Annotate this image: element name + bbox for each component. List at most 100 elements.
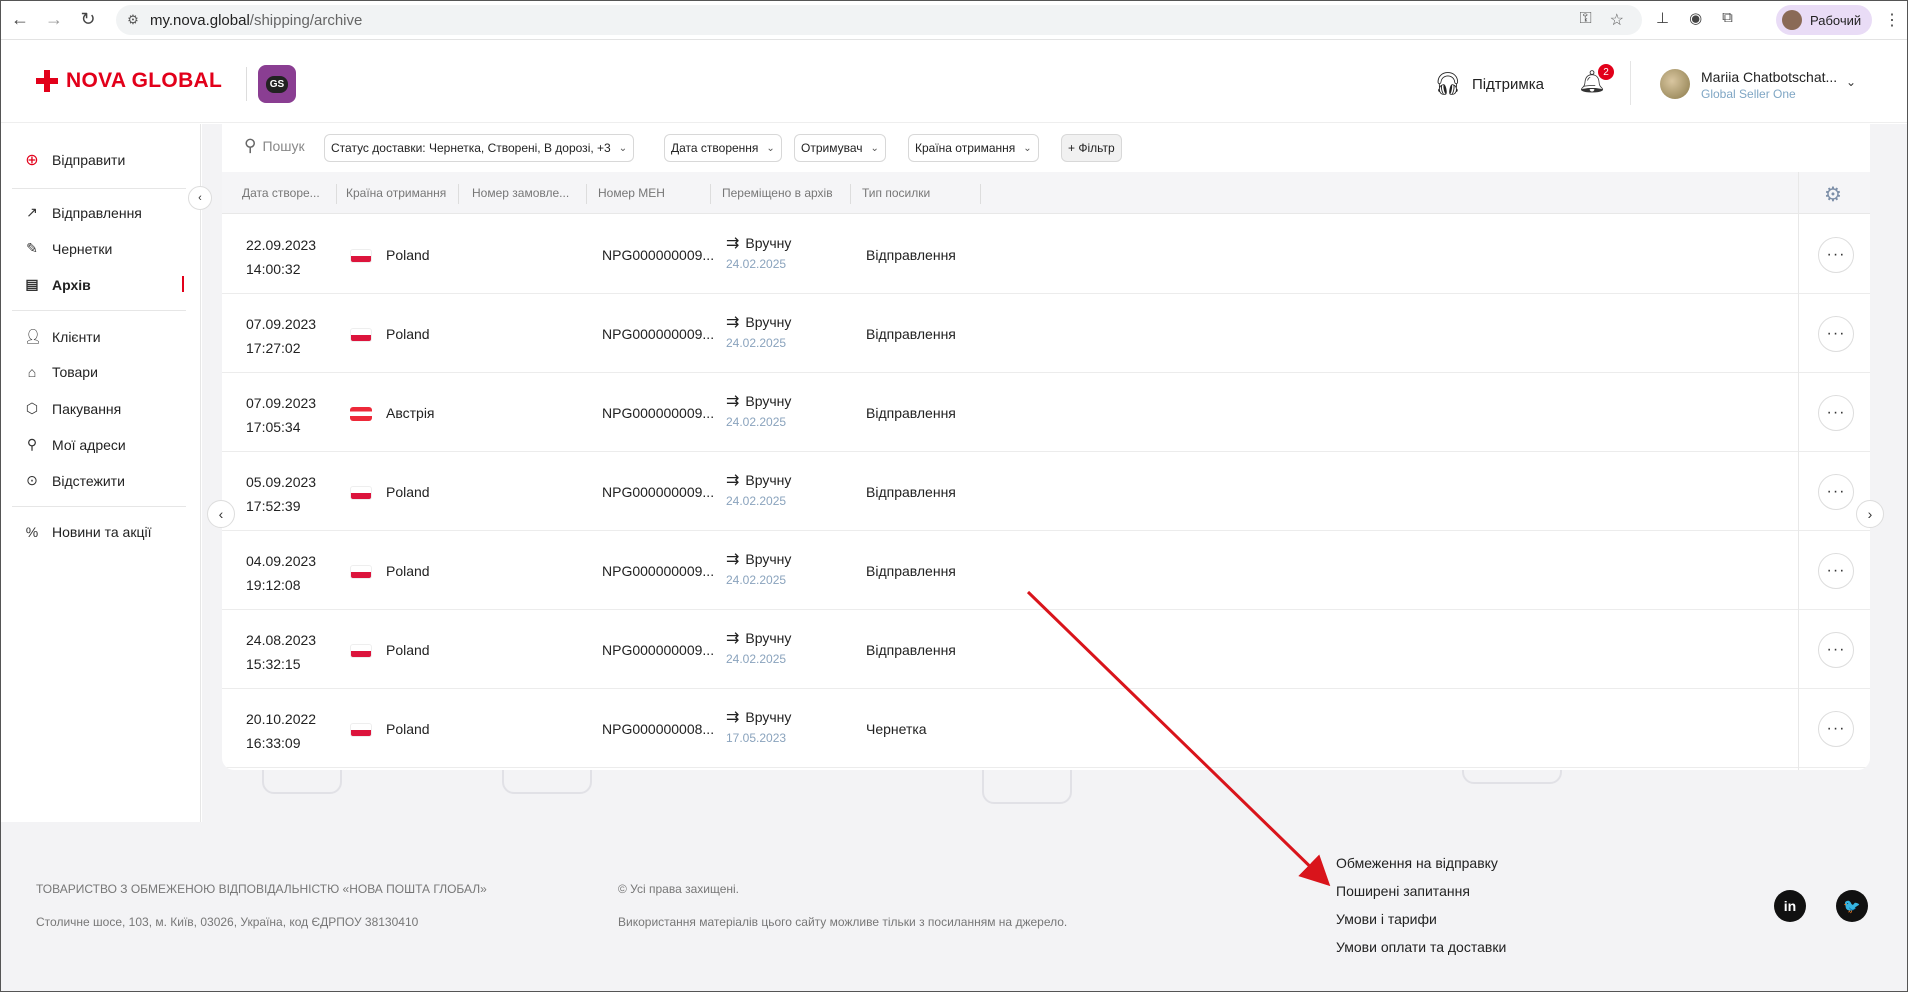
header-divider <box>246 67 247 101</box>
browser-menu-icon[interactable]: ⋮ <box>1884 10 1900 30</box>
meh-number-cell: NPG000000009... <box>602 326 715 342</box>
search-icon: ⚲ <box>244 136 257 155</box>
sidebar-collapse-button[interactable]: ‹ <box>188 186 212 210</box>
column-header[interactable]: Переміщено в архів <box>722 186 833 200</box>
column-header[interactable]: Дата створе... <box>242 186 320 200</box>
row-actions-button[interactable]: ··· <box>1818 553 1854 589</box>
moved-to-archive-cell: ⇉ Вручну 24.02.2025 <box>726 470 791 508</box>
sidebar-item-news[interactable]: % Новини та акції <box>24 524 152 540</box>
extension-icon[interactable]: ⊥ <box>1656 9 1669 27</box>
archive-icon: ▤ <box>25 276 39 292</box>
created-date: 07.09.2023 <box>246 395 317 411</box>
address-bar[interactable]: ⚙ my.nova.global/shipping/archive ⚿ ☆ <box>116 5 1642 35</box>
table-row[interactable]: 04.09.2023 19:12:08 Poland NPG000000009... ⇉… <box>222 531 1870 610</box>
sidebar-item-shipments[interactable]: ↗ Відправлення <box>24 204 142 221</box>
country-flag-icon <box>350 644 372 658</box>
meh-number-cell: NPG000000009... <box>602 405 715 421</box>
footer-link-payment[interactable]: Умови оплати та доставки <box>1336 939 1506 955</box>
table-row[interactable]: 20.10.2022 16:33:09 Poland NPG000000008... ⇉… <box>222 689 1870 768</box>
filter-recipient[interactable]: Отримувач ⌄ <box>794 134 886 162</box>
row-actions-button[interactable]: ··· <box>1818 237 1854 273</box>
sidebar-item-addresses[interactable]: ⚲ Мої адреси <box>24 436 126 453</box>
moved-date: 24.02.2025 <box>726 652 787 666</box>
forward-icon[interactable]: → <box>40 6 68 34</box>
table-row[interactable]: 05.09.2023 17:52:39 Poland NPG000000009... ⇉… <box>222 452 1870 531</box>
filter-country[interactable]: Країна отримання ⌄ <box>908 134 1039 162</box>
gs-badge[interactable]: GS <box>258 65 296 103</box>
footer-link-faq[interactable]: Поширені запитання <box>1336 883 1470 899</box>
sidebar-item-clients[interactable]: 👤︎ Клієнти <box>24 328 101 345</box>
sidebar-item-archive[interactable]: ▤ Архів <box>24 276 90 293</box>
scroll-left-button[interactable]: ‹ <box>207 500 235 528</box>
column-header[interactable]: Країна отримання <box>346 186 446 200</box>
search-placeholder: Пошук <box>262 138 305 154</box>
site-settings-icon[interactable]: ⚙ <box>116 12 150 28</box>
user-avatar[interactable] <box>1660 69 1690 99</box>
profile-label: Рабочий <box>1810 12 1862 28</box>
user-role: Global Seller One <box>1701 87 1796 101</box>
target-icon: ⊙ <box>26 472 38 488</box>
created-time: 17:52:39 <box>246 498 301 514</box>
twitter-icon[interactable]: 🐦 <box>1836 890 1868 922</box>
camera-icon[interactable]: ◉ <box>1689 9 1702 27</box>
nova-global-logo[interactable]: NOVA GLOBAL <box>36 69 222 93</box>
meh-number-cell: NPG000000009... <box>602 642 715 658</box>
sidebar-item-drafts[interactable]: ✎ Чернетки <box>24 240 112 257</box>
add-filter-button[interactable]: + Фільтр <box>1061 134 1122 162</box>
gear-icon[interactable]: ⚙ <box>1824 182 1842 207</box>
column-header[interactable]: Номер МЕН <box>598 186 665 200</box>
moved-method: Вручну <box>745 709 792 725</box>
password-key-icon[interactable]: ⚿ <box>1579 10 1591 30</box>
sidebar-item-goods[interactable]: ⌂ Товари <box>24 364 98 380</box>
moved-to-archive-cell: ⇉ Вручну 24.02.2025 <box>726 312 791 350</box>
footer-link-restrictions[interactable]: Обмеження на відправку <box>1336 855 1498 871</box>
row-actions-button[interactable]: ··· <box>1818 474 1854 510</box>
filter-created-date[interactable]: Дата створення ⌄ <box>664 134 782 162</box>
created-date: 24.08.2023 <box>246 632 317 648</box>
back-icon[interactable]: ← <box>6 6 34 34</box>
sidebar-send[interactable]: ⊕ Відправити <box>24 150 125 170</box>
reload-icon[interactable]: ↻ <box>74 6 102 34</box>
user-name[interactable]: Mariia Chatbotschat... <box>1701 69 1837 85</box>
moved-method: Вручну <box>745 314 792 330</box>
support-button[interactable]: 🎧︎ Підтримка <box>1434 71 1544 97</box>
country-flag-icon <box>350 486 372 500</box>
table-row[interactable]: 07.09.2023 17:27:02 Poland NPG000000009... ⇉… <box>222 294 1870 373</box>
table-row[interactable]: 07.09.2023 17:05:34 Австрія NPG000000009...… <box>222 373 1870 452</box>
percent-icon: % <box>25 524 39 540</box>
created-date-cell: 24.08.2023 15:32:15 <box>246 628 316 676</box>
table-row[interactable]: 22.09.2023 14:00:32 Poland NPG000000009... ⇉… <box>222 215 1870 294</box>
profile-button[interactable]: Рабочий <box>1776 5 1872 35</box>
browser-toolbar: ← → ↻ ⚙ my.nova.global/shipping/archive … <box>0 0 1908 40</box>
puzzle-icon[interactable]: ⧉ <box>1722 9 1733 27</box>
row-actions-button[interactable]: ··· <box>1818 316 1854 352</box>
scroll-right-button[interactable]: › <box>1856 500 1884 528</box>
column-header[interactable]: Номер замовле... <box>472 186 569 200</box>
header-divider-right <box>1630 61 1631 105</box>
linkedin-icon[interactable]: in <box>1774 890 1806 922</box>
moved-date: 24.02.2025 <box>726 415 787 429</box>
chevron-down-icon: ⌄ <box>1023 142 1032 154</box>
country-cell: Австрія <box>386 405 435 421</box>
search-input[interactable]: ⚲ Пошук <box>244 136 305 156</box>
chevron-down-icon: ⌄ <box>766 142 775 154</box>
country-cell: Poland <box>386 563 430 579</box>
address-icon: ⚲ <box>26 436 38 452</box>
filter-bar: ⚲ Пошук Статус доставки: Чернетка, Створ… <box>222 124 1870 172</box>
footer-link-tariffs[interactable]: Умови і тарифи <box>1336 911 1437 927</box>
table-row[interactable]: 24.08.2023 15:32:15 Poland NPG000000009... ⇉… <box>222 610 1870 689</box>
bookmark-star-icon[interactable]: ☆ <box>1610 10 1624 30</box>
sidebar-item-track[interactable]: ⊙ Відстежити <box>24 472 125 489</box>
parcel-type-cell: Відправлення <box>866 326 956 342</box>
column-separator <box>336 184 337 204</box>
chevron-down-icon[interactable]: ⌄ <box>1846 75 1856 89</box>
filter-status[interactable]: Статус доставки: Чернетка, Створені, В д… <box>324 134 635 162</box>
row-actions-button[interactable]: ··· <box>1818 395 1854 431</box>
row-actions-button[interactable]: ··· <box>1818 632 1854 668</box>
created-time: 17:27:02 <box>246 340 301 356</box>
row-actions-button[interactable]: ··· <box>1818 711 1854 747</box>
filter-recipient-label: Отримувач <box>801 141 863 155</box>
edit-icon: ✎ <box>26 240 38 256</box>
sidebar-item-packaging[interactable]: ⬡ Пакування <box>24 400 121 417</box>
column-header[interactable]: Тип посилки <box>862 186 930 200</box>
